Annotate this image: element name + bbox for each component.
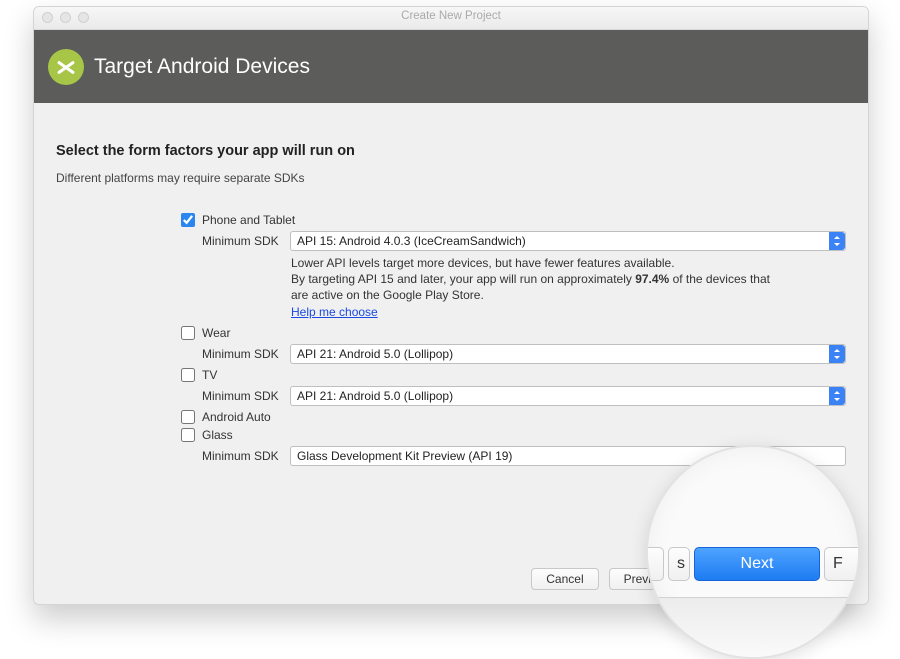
info-percent: 97.4% [635, 272, 669, 286]
checkbox-wear[interactable] [181, 326, 195, 340]
wizard-banner: Target Android Devices [34, 30, 868, 103]
page-subtext: Different platforms may require separate… [56, 171, 846, 185]
sdk-info: Lower API levels target more devices, bu… [291, 255, 771, 320]
form-factor-phone-tablet: Phone and Tablet Minimum SDK API 15: And… [181, 213, 846, 320]
dropdown-arrows-icon [829, 387, 845, 405]
checkbox-auto[interactable] [181, 410, 195, 424]
help-me-choose-link[interactable]: Help me choose [291, 305, 378, 319]
sdk-select-phone-tablet[interactable]: API 15: Android 4.0.3 (IceCreamSandwich) [290, 231, 846, 251]
page-heading: Select the form factors your app will ru… [56, 143, 846, 159]
mag-finish-fragment: F [824, 547, 860, 581]
form-factors: Phone and Tablet Minimum SDK API 15: And… [56, 213, 846, 466]
info-line-2: By targeting API 15 and later, your app … [291, 271, 771, 303]
mag-window-edge [648, 597, 858, 598]
dropdown-arrows-icon [829, 345, 845, 363]
form-factor-wear: Wear Minimum SDK API 21: Android 5.0 (Lo… [181, 326, 846, 364]
form-factor-tv: TV Minimum SDK API 21: Android 5.0 (Loll… [181, 368, 846, 406]
sdk-label: Minimum SDK [202, 234, 282, 248]
label-glass: Glass [202, 428, 233, 442]
window-title: Create New Project [34, 10, 868, 22]
android-studio-logo-icon [48, 49, 84, 85]
sdk-value-glass: Glass Development Kit Preview (API 19) [297, 449, 512, 463]
magnifier-lens: Cancel s Next F [646, 445, 860, 659]
sdk-select-wear[interactable]: API 21: Android 5.0 (Lollipop) [290, 344, 846, 364]
magnifier-content: Cancel s Next F [648, 447, 858, 657]
checkbox-glass[interactable] [181, 428, 195, 442]
sdk-select-tv[interactable]: API 21: Android 5.0 (Lollipop) [290, 386, 846, 406]
sdk-value-tv: API 21: Android 5.0 (Lollipop) [297, 389, 453, 403]
checkbox-tv[interactable] [181, 368, 195, 382]
sdk-label: Minimum SDK [202, 347, 282, 361]
mag-next-button: Next [694, 547, 820, 581]
sdk-label: Minimum SDK [202, 449, 282, 463]
cancel-button[interactable]: Cancel [531, 568, 598, 590]
info-line-1: Lower API levels target more devices, bu… [291, 255, 771, 271]
label-auto: Android Auto [202, 410, 271, 424]
titlebar: Create New Project [34, 7, 868, 30]
sdk-value-phone-tablet: API 15: Android 4.0.3 (IceCreamSandwich) [297, 234, 526, 248]
mag-previous-fragment: s [668, 547, 690, 581]
label-phone-tablet: Phone and Tablet [202, 213, 295, 227]
label-wear: Wear [202, 326, 230, 340]
form-factor-auto: Android Auto [181, 410, 846, 424]
sdk-label: Minimum SDK [202, 389, 282, 403]
label-tv: TV [202, 368, 217, 382]
content-area: Select the form factors your app will ru… [34, 103, 868, 466]
mag-cancel-button: Cancel [646, 547, 664, 581]
checkbox-phone-tablet[interactable] [181, 213, 195, 227]
dropdown-arrows-icon [829, 232, 845, 250]
banner-title: Target Android Devices [94, 55, 310, 79]
sdk-value-wear: API 21: Android 5.0 (Lollipop) [297, 347, 453, 361]
